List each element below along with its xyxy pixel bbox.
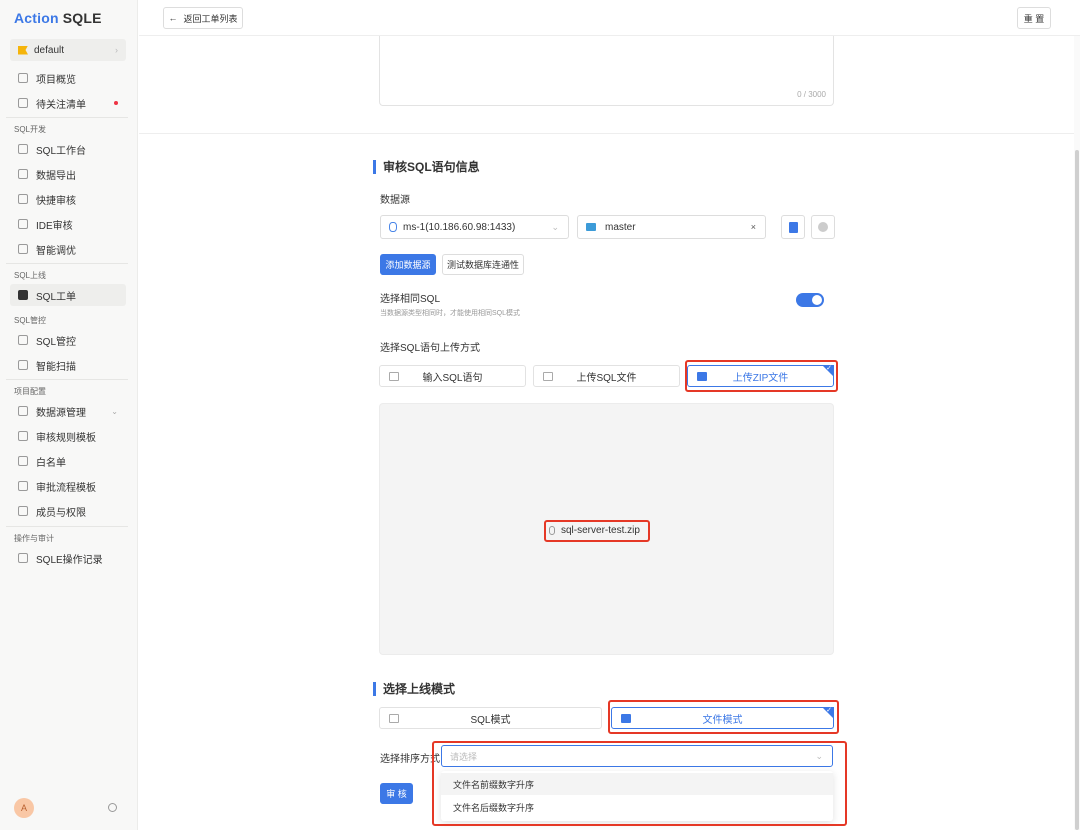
arrow-left-icon: ← bbox=[168, 13, 178, 23]
upload-option-sql-file[interactable]: 上传SQL文件 bbox=[533, 365, 680, 387]
log-icon bbox=[18, 553, 28, 563]
sidebar-item-quick-audit[interactable]: 快捷审核 bbox=[10, 188, 126, 210]
instance-select[interactable]: ms-1(10.186.60.98:1433) ⌄ bbox=[380, 215, 569, 239]
editor-icon bbox=[389, 372, 399, 381]
sidebar-item-flow-template[interactable]: 审批流程模板 bbox=[10, 475, 126, 497]
database-icon bbox=[389, 222, 397, 232]
group-label-control: SQL管控 bbox=[14, 316, 47, 325]
database-icon bbox=[18, 406, 28, 416]
document-icon bbox=[788, 221, 798, 233]
audit-submit-button[interactable]: 审 核 bbox=[380, 783, 413, 804]
whitelist-icon bbox=[18, 456, 28, 466]
mode-option-sql[interactable]: SQL模式 bbox=[379, 707, 602, 729]
schema-icon bbox=[586, 223, 596, 231]
char-counter: 0 / 3000 bbox=[797, 90, 826, 99]
upload-option-input-sql[interactable]: 输入SQL语句 bbox=[379, 365, 526, 387]
group-label-audit: 操作与审计 bbox=[14, 534, 54, 543]
sidebar-item-sql-control[interactable]: SQL管控 bbox=[10, 329, 126, 351]
chevron-down-icon: ⌄ bbox=[551, 221, 559, 232]
same-sql-hint: 当数据源类型相同时，才能使用相同SQL模式 bbox=[380, 310, 521, 317]
layers-icon bbox=[18, 73, 28, 83]
back-to-list-button[interactable]: ← 返回工单列表 bbox=[163, 7, 243, 29]
file-icon bbox=[18, 194, 28, 204]
audit-section-title: 审核SQL语句信息 bbox=[373, 160, 480, 174]
reset-button[interactable]: 重 置 bbox=[1017, 7, 1051, 29]
sidebar-item-overview[interactable]: 项目概览 bbox=[10, 67, 126, 89]
monitor-icon bbox=[18, 144, 28, 154]
sidebar-item-members[interactable]: 成员与权限 bbox=[10, 500, 126, 522]
chevron-right-icon: › bbox=[115, 45, 118, 55]
highlight-box-zip bbox=[685, 360, 838, 392]
flow-icon bbox=[18, 481, 28, 491]
sidebar-item-ticket[interactable]: SQL工单 bbox=[10, 284, 126, 306]
sidebar-item-whitelist[interactable]: 白名单 bbox=[10, 450, 126, 472]
sort-label: 选择排序方式 bbox=[380, 754, 440, 765]
editor-icon bbox=[389, 714, 399, 723]
file-icon bbox=[543, 372, 553, 381]
test-connection-button[interactable]: 测试数据库连通性 bbox=[442, 254, 524, 275]
sidebar-item-todo[interactable]: 待关注清单 bbox=[10, 92, 126, 114]
description-textarea[interactable]: 0 / 3000 bbox=[379, 36, 834, 106]
sidebar-item-workbench[interactable]: SQL工作台 bbox=[10, 138, 126, 160]
same-sql-toggle[interactable] bbox=[796, 293, 824, 307]
sidebar-item-ide-audit[interactable]: IDE审核 bbox=[10, 213, 126, 235]
sidebar: Action SQLE default › 项目概览 待关注清单 SQL开发 SQ… bbox=[0, 0, 138, 830]
same-sql-label: 选择相同SQL bbox=[380, 294, 441, 305]
clipboard-icon bbox=[18, 290, 28, 300]
schema-info-button[interactable] bbox=[781, 215, 805, 239]
sidebar-item-datasource[interactable]: 数据源管理 ⌄ bbox=[10, 400, 126, 422]
brand-logo[interactable]: Action SQLE bbox=[14, 10, 102, 26]
highlight-box-sort bbox=[432, 741, 847, 826]
minus-circle-icon bbox=[818, 222, 828, 232]
upload-method-label: 选择SQL语句上传方式 bbox=[380, 343, 481, 354]
sidebar-item-rule-template[interactable]: 审核规则模板 bbox=[10, 425, 126, 447]
export-icon bbox=[18, 169, 28, 179]
toggle-knob bbox=[812, 295, 822, 305]
notification-dot bbox=[114, 101, 118, 105]
list-icon bbox=[18, 98, 28, 108]
schema-select[interactable]: master × bbox=[577, 215, 766, 239]
scan-icon bbox=[18, 360, 28, 370]
project-selector[interactable]: default › bbox=[10, 39, 126, 61]
highlight-box-file bbox=[544, 520, 650, 542]
remove-datasource-button[interactable] bbox=[811, 215, 835, 239]
scrollbar-thumb[interactable] bbox=[1075, 150, 1079, 830]
group-label-dev: SQL开发 bbox=[14, 125, 47, 134]
datasource-label: 数据源 bbox=[380, 195, 410, 206]
release-section-title: 选择上线模式 bbox=[373, 682, 455, 696]
template-icon bbox=[18, 431, 28, 441]
sidebar-item-export[interactable]: 数据导出 bbox=[10, 163, 126, 185]
avatar[interactable]: A bbox=[14, 798, 34, 818]
highlight-box-mode bbox=[608, 700, 839, 734]
settings-icon[interactable] bbox=[108, 803, 117, 812]
sidebar-item-op-log[interactable]: SQLE操作记录 bbox=[10, 547, 126, 569]
group-label-release: SQL上线 bbox=[14, 271, 47, 280]
sidebar-item-scan[interactable]: 智能扫描 bbox=[10, 354, 126, 376]
clear-icon[interactable]: × bbox=[751, 222, 756, 232]
ide-icon bbox=[18, 219, 28, 229]
group-label-config: 项目配置 bbox=[14, 387, 46, 396]
users-icon bbox=[18, 506, 28, 516]
chart-icon bbox=[18, 244, 28, 254]
top-bar: ← 返回工单列表 重 置 bbox=[139, 0, 1080, 36]
sidebar-item-tuning[interactable]: 智能调优 bbox=[10, 238, 126, 260]
chevron-down-icon: ⌄ bbox=[111, 406, 118, 416]
fingerprint-icon bbox=[18, 335, 28, 345]
add-datasource-button[interactable]: 添加数据源 bbox=[380, 254, 436, 275]
project-name: default bbox=[34, 44, 65, 56]
flag-icon bbox=[18, 45, 28, 55]
